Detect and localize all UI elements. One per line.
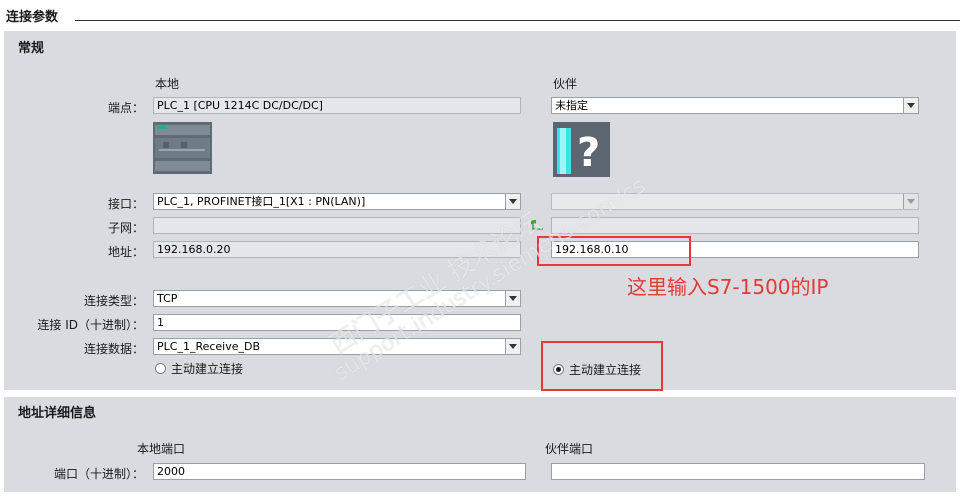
partner-port-input[interactable] (551, 463, 925, 480)
local-interface-select[interactable]: PLC_1, PROFINET接口_1[X1 : PN(LAN)] (153, 193, 521, 210)
chevron-down-icon[interactable] (505, 339, 520, 354)
general-section-title: 常规 (18, 41, 45, 56)
connection-data-label: 连接数据： (83, 342, 144, 356)
local-plc-image (153, 122, 212, 174)
partner-endpoint-select[interactable]: 未指定 (551, 97, 919, 114)
interface-label: 接口： (107, 197, 144, 211)
address-label: 地址： (107, 245, 144, 259)
unknown-device-icon: ? (553, 122, 610, 177)
partner-port-heading: 伙伴端口 (545, 442, 594, 456)
connection-type-label: 连接类型： (83, 294, 144, 308)
local-endpoint-value: PLC_1 [CPU 1214C DC/DC/DC] (157, 99, 323, 112)
local-port-heading: 本地端口 (137, 442, 186, 456)
local-interface-value: PLC_1, PROFINET接口_1[X1 : PN(LAN)] (157, 195, 366, 208)
local-port-input[interactable]: 2000 (153, 463, 526, 480)
connection-id-value: 1 (157, 316, 164, 329)
local-active-radio[interactable] (155, 363, 166, 374)
connection-id-label: 连接 ID（十进制）： (37, 318, 144, 332)
chevron-down-icon[interactable] (505, 291, 520, 306)
address-details-title: 地址详细信息 (18, 406, 97, 421)
connection-parameters-title: 连接参数 (6, 10, 59, 25)
general-panel (4, 31, 956, 390)
connection-type-value: TCP (157, 292, 178, 305)
chevron-down-icon[interactable] (903, 98, 918, 113)
local-heading: 本地 (155, 77, 180, 91)
endpoint-label: 端点： (107, 101, 144, 115)
svg-text:?: ? (577, 130, 600, 176)
annotation-text: 这里输入S7-1500的IP (627, 275, 829, 299)
connection-data-value: PLC_1_Receive_DB (157, 340, 261, 353)
port-label: 端口（十进制）： (53, 467, 144, 481)
partner-endpoint-value: 未指定 (555, 99, 588, 112)
partner-active-label: 主动建立连接 (569, 363, 642, 377)
local-endpoint-field: PLC_1 [CPU 1214C DC/DC/DC] (153, 97, 521, 114)
subnet-label: 子网： (107, 221, 144, 235)
partner-active-radio[interactable] (553, 364, 564, 375)
local-subnet-field (153, 217, 521, 234)
chevron-down-icon (903, 194, 918, 209)
local-active-label: 主动建立连接 (171, 362, 244, 376)
local-address-value: 192.168.0.20 (157, 243, 231, 256)
partner-heading: 伙伴 (553, 77, 578, 91)
local-port-value: 2000 (157, 465, 185, 478)
header-divider (75, 20, 960, 21)
